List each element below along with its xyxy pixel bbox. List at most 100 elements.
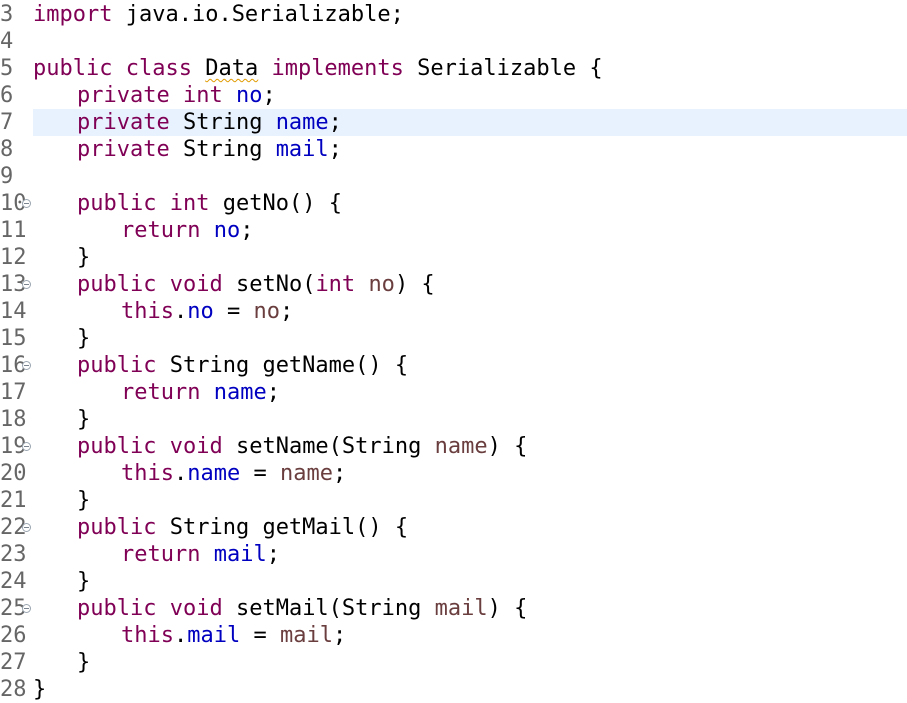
code-text: this.mail = mail; <box>33 622 346 649</box>
code-text: } <box>33 487 90 514</box>
keyword-token: return <box>121 380 201 405</box>
line-number: 14 <box>0 299 27 324</box>
parameter-token: mail <box>279 623 333 648</box>
field-token: mail <box>187 623 241 648</box>
code-line[interactable]: 9 <box>0 163 907 190</box>
collapse-fold-icon[interactable] <box>22 442 31 451</box>
code-text: } <box>33 568 90 595</box>
code-text: private int no; <box>33 82 276 109</box>
code-text: return name; <box>33 379 280 406</box>
collapse-fold-icon[interactable] <box>22 361 31 370</box>
code-token: } <box>77 245 91 270</box>
keyword-token: private <box>77 110 170 135</box>
line-number: 20 <box>0 461 27 486</box>
field-token: no <box>187 299 214 324</box>
keyword-token: public <box>77 596 157 621</box>
code-token: ) { <box>487 596 528 621</box>
code-line[interactable]: 10 public int getNo() { <box>0 190 907 217</box>
code-text: public String getMail() { <box>33 514 408 541</box>
keyword-token: implements <box>271 56 404 81</box>
code-line[interactable]: 13 public void setNo(int no) { <box>0 271 907 298</box>
code-token: } <box>77 569 91 594</box>
code-token: ; <box>332 623 347 648</box>
keyword-token: int <box>315 272 356 297</box>
line-number: 15 <box>0 326 27 351</box>
code-line[interactable]: 11 return no; <box>0 217 907 244</box>
code-text: public void setName(String name) { <box>33 433 527 460</box>
code-token: ; <box>332 461 347 486</box>
code-token: String getMail() { <box>156 515 409 540</box>
code-line[interactable]: 4 <box>0 28 907 55</box>
code-line[interactable]: 23 return mail; <box>0 541 907 568</box>
code-line[interactable]: 17 return name; <box>0 379 907 406</box>
parameter-token: no <box>253 299 280 324</box>
code-token: ) { <box>487 434 528 459</box>
code-text: import java.io.Serializable; <box>33 1 404 28</box>
keyword-token: import <box>33 2 113 27</box>
collapse-fold-icon[interactable] <box>22 523 31 532</box>
code-line[interactable]: 16 public String getName() { <box>0 352 907 379</box>
code-line[interactable]: 25 public void setMail(String mail) { <box>0 595 907 622</box>
code-line[interactable]: 19 public void setName(String name) { <box>0 433 907 460</box>
code-text: public void setMail(String mail) { <box>33 595 527 622</box>
code-token: setMail(String <box>222 596 435 621</box>
keyword-token: this <box>121 623 174 648</box>
collapse-fold-icon[interactable] <box>22 280 31 289</box>
code-line[interactable]: 12} <box>0 244 907 271</box>
code-line[interactable]: 14 this.no = no; <box>0 298 907 325</box>
code-line[interactable]: 18} <box>0 406 907 433</box>
code-line[interactable]: 21} <box>0 487 907 514</box>
code-line[interactable]: 28} <box>0 676 907 703</box>
field-token: name <box>275 110 329 135</box>
code-token: } <box>33 677 47 702</box>
code-token: } <box>77 326 91 351</box>
code-text: } <box>33 406 90 433</box>
code-line[interactable]: 15} <box>0 325 907 352</box>
collapse-fold-icon[interactable] <box>22 199 31 208</box>
code-line[interactable]: 22 public String getMail() { <box>0 514 907 541</box>
code-line[interactable]: 24} <box>0 568 907 595</box>
keyword-token: public <box>77 272 157 297</box>
keyword-token: class <box>125 56 192 81</box>
code-token: String getName() { <box>156 353 409 378</box>
code-token: java.io.Serializable; <box>112 2 404 27</box>
line-number: 18 <box>0 407 27 432</box>
code-token: ; <box>266 380 280 405</box>
code-line[interactable]: 6 private int no; <box>0 82 907 109</box>
code-line[interactable]: 8 private String mail; <box>0 136 907 163</box>
code-line[interactable]: 3 import java.io.Serializable; <box>0 1 907 28</box>
line-number: 7 <box>0 110 14 135</box>
code-token: String <box>169 110 276 135</box>
parameter-token: mail <box>434 596 488 621</box>
parameter-token: name <box>279 461 333 486</box>
code-line[interactable]: 5 public class Data implements Serializab… <box>0 55 907 82</box>
keyword-token: void <box>169 434 223 459</box>
line-number: 12 <box>0 245 27 270</box>
code-token: = <box>240 623 280 648</box>
line-number: 23 <box>0 542 27 567</box>
line-number: 17 <box>0 380 27 405</box>
code-token: = <box>213 299 254 324</box>
code-line[interactable]: 27} <box>0 649 907 676</box>
keyword-token: public <box>77 515 157 540</box>
code-text: } <box>33 676 46 703</box>
code-text: private String name; <box>33 109 342 136</box>
keyword-token: void <box>169 596 223 621</box>
code-token: } <box>77 407 91 432</box>
code-editor[interactable]: 3 import java.io.Serializable; 4 5 public cl… <box>0 0 907 702</box>
code-token: ; <box>279 299 294 324</box>
code-token: } <box>77 488 91 513</box>
keyword-token: private <box>77 137 170 162</box>
code-line[interactable]: 26 this.mail = mail; <box>0 622 907 649</box>
code-line[interactable]: 7 private String name; <box>0 109 907 136</box>
line-number: 9 <box>0 164 14 189</box>
collapse-fold-icon[interactable] <box>22 604 31 613</box>
code-line[interactable]: 20 this.name = name; <box>0 460 907 487</box>
